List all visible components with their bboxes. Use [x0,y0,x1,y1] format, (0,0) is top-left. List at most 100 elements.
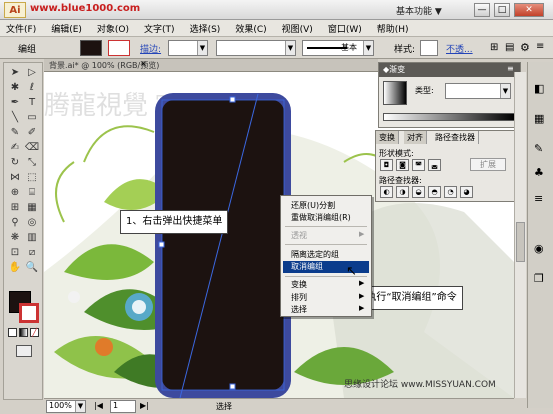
swatches-panel-icon[interactable]: ▦ [534,112,544,125]
column-graph-tool-icon[interactable]: ▥ [24,231,40,245]
tab-align[interactable]: 对齐 [404,131,427,144]
trim-icon[interactable]: ◑ [396,186,409,198]
menu-type[interactable]: 文字(T) [144,22,175,35]
menu-object[interactable]: 对象(O) [97,22,129,35]
menu-item-redo[interactable]: 重做取消编组(R) [291,212,351,223]
blend-tool-icon[interactable]: ◎ [24,216,40,230]
menu-effect[interactable]: 效果(C) [235,22,266,35]
minus-back-icon[interactable]: ◕ [460,186,473,198]
outline-icon[interactable]: ◔ [444,186,457,198]
menu-select[interactable]: 选择(S) [190,22,221,35]
gradient-preview[interactable] [383,81,407,105]
align-icon[interactable]: ▤ [505,42,514,53]
layers-panel-icon[interactable]: ❐ [534,272,544,285]
type-tool-icon[interactable]: T [24,96,40,110]
graphic-style-picker[interactable] [420,40,438,56]
fill-swatch[interactable] [80,40,102,56]
status-mode[interactable]: 选择 [216,401,232,412]
hand-tool-icon[interactable]: ✋ [7,261,23,275]
menu-item-undo[interactable]: 还原(U)分割 [291,200,335,211]
menu-item-transform[interactable]: 变换 [291,279,307,290]
stroke-weight-field[interactable]: ▼ [168,40,208,56]
next-artboard-icon[interactable]: ▶| [140,401,149,410]
mesh-tool-icon[interactable]: ⊞ [7,201,23,215]
slice-tool-icon[interactable]: ⧄ [24,246,40,260]
tab-transform[interactable]: 变换 [376,131,399,144]
shape-builder-tool-icon[interactable]: ⊕ [7,186,23,200]
gradient-slider[interactable] [383,113,515,121]
perspective-grid-tool-icon[interactable]: ⌸ [24,186,40,200]
stroke-swatch[interactable] [108,40,130,56]
artboard-number[interactable]: 1 [110,400,136,413]
symbol-sprayer-tool-icon[interactable]: ❋ [7,231,23,245]
brush-definition[interactable]: 基本 ▼ [302,40,374,56]
none-mode-icon[interactable]: ╱ [30,328,39,337]
scroll-thumb[interactable] [516,222,525,262]
pencil-tool-icon[interactable]: ✐ [24,126,40,140]
scale-tool-icon[interactable]: ⤡ [24,156,40,170]
merge-icon[interactable]: ◒ [412,186,425,198]
unite-icon[interactable]: ◘ [380,159,393,171]
selection-handle[interactable] [229,96,236,103]
blob-brush-tool-icon[interactable]: ✍ [7,141,23,155]
variable-width-profile[interactable]: ▼ [216,40,296,56]
minus-front-icon[interactable]: ◙ [396,159,409,171]
lasso-tool-icon[interactable]: ℓ [24,81,40,95]
zoom-select[interactable]: 100% ▼ [46,400,86,413]
gradient-tool-icon[interactable]: ▦ [24,201,40,215]
stroke-color-box[interactable] [19,303,39,323]
pen-tool-icon[interactable]: ✒ [7,96,23,110]
appearance-panel-icon[interactable]: ◉ [534,242,544,255]
zoom-tool-icon[interactable]: 🔍 [24,261,40,275]
gradient-panel-title[interactable]: ◆渐变 [383,64,405,75]
menu-item-isolate-group[interactable]: 隔离选定的组 [291,249,339,260]
vertical-scrollbar[interactable] [514,72,526,398]
expand-button[interactable]: 扩展 [470,158,506,171]
menu-item-arrange[interactable]: 排列 [291,292,307,303]
screen-mode-icon[interactable] [16,345,32,357]
stroke-panel-icon[interactable]: ≡ [534,192,543,205]
menu-window[interactable]: 窗口(W) [328,22,362,35]
menu-item-ungroup[interactable]: 取消编组 [291,261,323,272]
eraser-tool-icon[interactable]: ⌫ [24,141,40,155]
menu-item-select[interactable]: 选择 [291,304,307,315]
menu-edit[interactable]: 编辑(E) [51,22,82,35]
gear-icon[interactable]: ⚙ [520,41,530,54]
exclude-icon[interactable]: ◛ [428,159,441,171]
menu-view[interactable]: 视图(V) [282,22,313,35]
rectangle-tool-icon[interactable]: ▭ [24,111,40,125]
color-panel-icon[interactable]: ◧ [534,82,544,95]
menu-file[interactable]: 文件(F) [6,22,36,35]
first-artboard-icon[interactable]: |◀ [94,401,103,410]
stroke-label[interactable]: 描边: [140,42,161,55]
recolor-icon[interactable]: ⊞ [490,42,498,53]
symbols-panel-icon[interactable]: ♣ [534,166,544,179]
color-mode-icon[interactable] [8,328,17,337]
gradient-type-select[interactable]: ▼ [445,83,511,99]
intersect-icon[interactable]: ◚ [412,159,425,171]
magic-wand-tool-icon[interactable]: ✱ [7,81,23,95]
phone-body[interactable] [162,100,284,390]
divide-icon[interactable]: ◐ [380,186,393,198]
document-tab[interactable]: 背景.ai* @ 100% (RGB/预览) × [44,59,378,72]
selection-handle[interactable] [158,241,165,248]
crop-icon[interactable]: ◓ [428,186,441,198]
gradient-mode-icon[interactable] [19,328,28,337]
rotate-tool-icon[interactable]: ↻ [7,156,23,170]
menu-help[interactable]: 帮助(H) [377,22,409,35]
brushes-panel-icon[interactable]: ✎ [534,142,543,155]
panel-menu-icon[interactable]: ≡ [507,64,514,73]
selection-handle[interactable] [229,383,236,390]
direct-selection-tool-icon[interactable]: ▷ [24,66,40,80]
panel-menu-icon[interactable]: ≡ [536,41,544,52]
close-button[interactable]: ✕ [514,3,544,17]
eyedropper-tool-icon[interactable]: ⚲ [7,216,23,230]
workspace-switcher[interactable]: 基本功能 ▼ [396,4,442,17]
width-tool-icon[interactable]: ⋈ [7,171,23,185]
minimize-button[interactable]: — [474,3,490,17]
selection-tool-icon[interactable]: ➤ [7,66,23,80]
artboard-tool-icon[interactable]: ⊡ [7,246,23,260]
free-transform-tool-icon[interactable]: ⬚ [24,171,40,185]
maximize-button[interactable]: □ [494,3,510,17]
line-tool-icon[interactable]: ╲ [7,111,23,125]
